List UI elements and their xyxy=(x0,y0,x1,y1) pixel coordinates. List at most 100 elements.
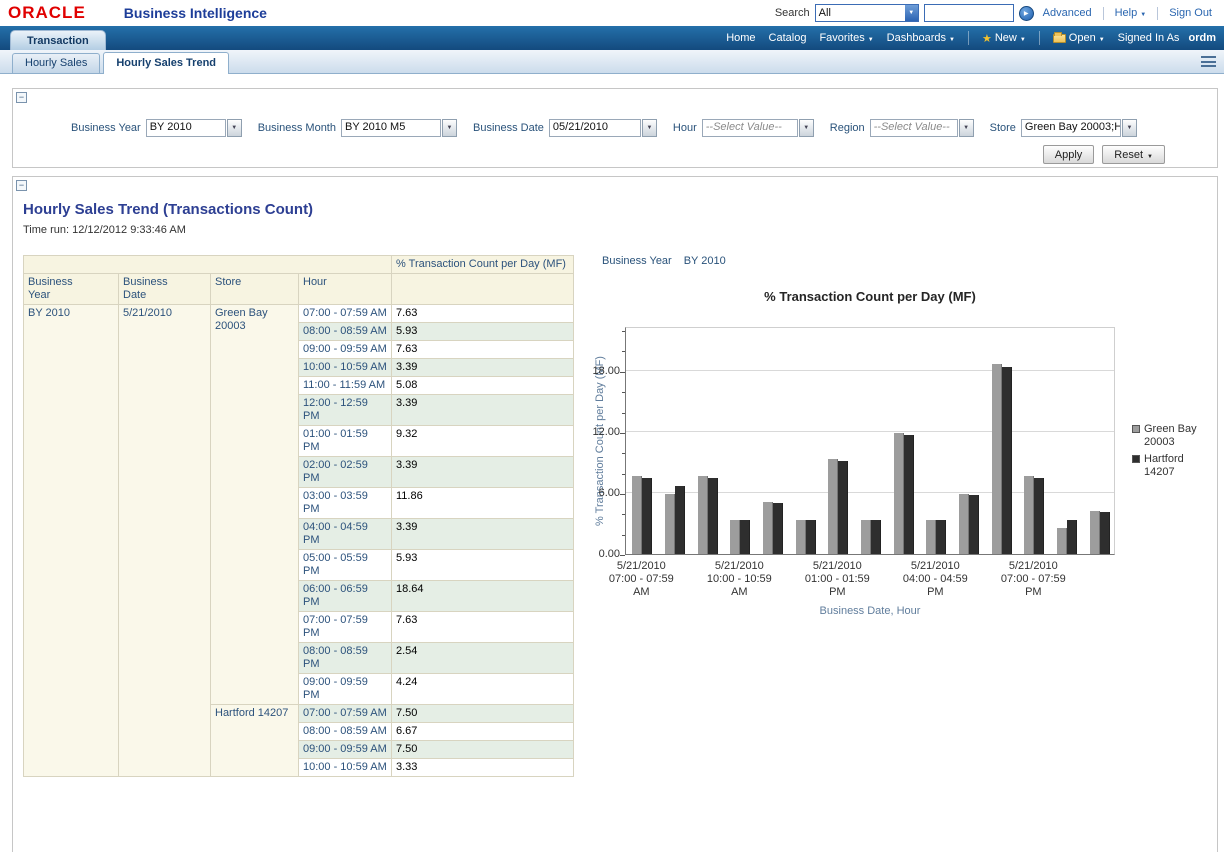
region-value[interactable]: --Select Value-- xyxy=(870,119,958,137)
hour-cell: 06:00 - 06:59 PM xyxy=(299,581,392,612)
signed-in-user[interactable]: ordm xyxy=(1189,32,1217,44)
search-zone: Search All Advanced Help Sign Out xyxy=(775,4,1216,22)
page-options-icon[interactable] xyxy=(1201,55,1216,68)
table-row: BY 20105/21/2010Green Bay 2000307:00 - 0… xyxy=(24,305,574,323)
value-cell: 7.63 xyxy=(392,305,574,323)
hour-cell: 05:00 - 05:59 PM xyxy=(299,550,392,581)
bar-green-bay xyxy=(894,433,904,554)
chevron-down-icon[interactable] xyxy=(905,5,918,21)
hour-cell: 09:00 - 09:59 PM xyxy=(299,674,392,705)
hour-cell: 01:00 - 01:59 PM xyxy=(299,426,392,457)
bar-green-bay xyxy=(730,520,740,555)
chart-title: % Transaction Count per Day (MF) xyxy=(625,289,1115,304)
dropdown-icon[interactable] xyxy=(442,119,457,137)
hour-value[interactable]: --Select Value-- xyxy=(702,119,798,137)
business-date-value[interactable]: 05/21/2010 xyxy=(549,119,641,137)
hour-cell: 09:00 - 09:59 AM xyxy=(299,341,392,359)
bar-green-bay xyxy=(1090,511,1100,554)
bar-hartford xyxy=(708,478,718,554)
apply-button[interactable]: Apply xyxy=(1043,145,1095,164)
bar-green-bay xyxy=(796,520,806,555)
signed-in-as: Signed In As ordm xyxy=(1118,32,1216,44)
sign-out-link[interactable]: Sign Out xyxy=(1169,7,1212,19)
value-cell: 2.54 xyxy=(392,643,574,674)
filter-label: Business Date xyxy=(473,122,544,134)
filter-label: Store xyxy=(990,122,1016,134)
nav-catalog[interactable]: Catalog xyxy=(769,32,807,44)
hour-cell: 12:00 - 12:59 PM xyxy=(299,395,392,426)
value-cell: 5.93 xyxy=(392,550,574,581)
dropdown-icon[interactable] xyxy=(642,119,657,137)
gridline xyxy=(626,370,1114,371)
legend-entry: Green Bay20003 xyxy=(1132,423,1197,449)
advanced-link[interactable]: Advanced xyxy=(1043,7,1092,19)
y-tick-label: 0.00 xyxy=(584,548,620,560)
y-tick-label: 12.00 xyxy=(584,426,620,438)
collapse-icon[interactable] xyxy=(16,92,27,103)
nav-favorites[interactable]: Favorites xyxy=(819,32,873,44)
y-axis-title: % Transaction Count per Day (MF) xyxy=(594,327,606,555)
date-cell: 5/21/2010 xyxy=(119,305,211,777)
filter-label: Business Year xyxy=(71,122,141,134)
legend-swatch xyxy=(1132,455,1140,463)
value-cell: 3.33 xyxy=(392,759,574,777)
bar-hartford xyxy=(675,486,685,554)
y-tick-mark xyxy=(620,433,625,434)
value-cell: 3.39 xyxy=(392,395,574,426)
y-minor-tick xyxy=(622,413,625,414)
business-month-value[interactable]: BY 2010 M5 xyxy=(341,119,441,137)
bar-hartford xyxy=(969,495,979,554)
folder-icon xyxy=(1053,34,1066,43)
x-tick-label: 5/21/201004:00 - 04:59PM xyxy=(887,560,983,599)
search-label: Search xyxy=(775,7,810,19)
dropdown-icon[interactable] xyxy=(959,119,974,137)
y-tick-mark xyxy=(620,372,625,373)
bar-hartford xyxy=(1100,512,1110,554)
filter-store: Store Green Bay 20003;Hai xyxy=(990,119,1137,137)
value-cell: 11.86 xyxy=(392,488,574,519)
column-header-cell: Hour xyxy=(299,274,392,305)
dropdown-icon[interactable] xyxy=(799,119,814,137)
collapse-icon[interactable] xyxy=(16,180,27,191)
nav-open[interactable]: Open xyxy=(1053,32,1105,44)
hour-cell: 08:00 - 08:59 PM xyxy=(299,643,392,674)
bar-hartford xyxy=(1002,367,1012,554)
hour-cell: 11:00 - 11:59 AM xyxy=(299,377,392,395)
bar-hartford xyxy=(904,435,914,554)
filter-label: Hour xyxy=(673,122,697,134)
value-cell: 7.63 xyxy=(392,341,574,359)
chart-context-value: BY 2010 xyxy=(684,255,726,267)
tab-hourly-sales[interactable]: Hourly Sales xyxy=(12,53,100,73)
bar-hartford xyxy=(1034,478,1044,554)
nav-bar: Transaction Home Catalog Favorites Dashb… xyxy=(0,26,1224,50)
value-cell: 3.39 xyxy=(392,519,574,550)
dashboard-tab-transaction[interactable]: Transaction xyxy=(10,30,106,50)
bar-green-bay xyxy=(763,502,773,554)
y-minor-tick xyxy=(622,331,625,332)
value-cell: 9.32 xyxy=(392,426,574,457)
dropdown-icon[interactable] xyxy=(227,119,242,137)
store-value[interactable]: Green Bay 20003;Hai xyxy=(1021,119,1121,137)
search-input[interactable] xyxy=(924,4,1014,22)
product-title: Business Intelligence xyxy=(124,5,267,21)
reset-button[interactable]: Reset xyxy=(1102,145,1165,164)
hour-cell: 07:00 - 07:59 AM xyxy=(299,705,392,723)
hour-cell: 08:00 - 08:59 AM xyxy=(299,323,392,341)
search-go-icon[interactable] xyxy=(1019,6,1034,21)
bar-green-bay xyxy=(665,494,675,554)
y-tick-label: 18.00 xyxy=(584,365,620,377)
business-year-value[interactable]: BY 2010 xyxy=(146,119,226,137)
bar-green-bay xyxy=(828,459,838,554)
x-tick-label: 5/21/201001:00 - 01:59PM xyxy=(789,560,885,599)
chart-block: Business Year BY 2010 % Transaction Coun… xyxy=(588,253,1218,813)
nav-home[interactable]: Home xyxy=(726,32,755,44)
value-cell: 7.50 xyxy=(392,741,574,759)
nav-new[interactable]: ★New xyxy=(982,32,1026,45)
dropdown-icon[interactable] xyxy=(1122,119,1137,137)
hour-cell: 03:00 - 03:59 PM xyxy=(299,488,392,519)
search-scope-select[interactable]: All xyxy=(815,4,919,22)
hour-cell: 04:00 - 04:59 PM xyxy=(299,519,392,550)
nav-dashboards[interactable]: Dashboards xyxy=(887,32,955,44)
tab-hourly-sales-trend[interactable]: Hourly Sales Trend xyxy=(103,52,229,74)
help-menu[interactable]: Help xyxy=(1115,7,1147,19)
